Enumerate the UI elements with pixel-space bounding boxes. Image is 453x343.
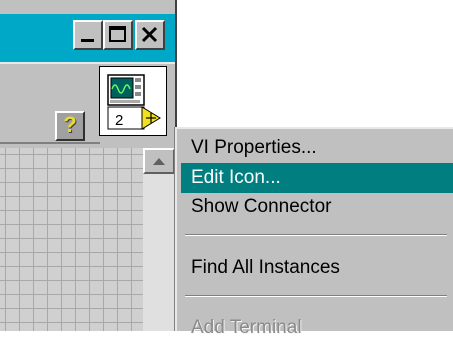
minimize-icon bbox=[81, 39, 94, 42]
scroll-up-button[interactable] bbox=[143, 148, 175, 174]
vi-icon-pane[interactable]: 2 bbox=[99, 66, 167, 136]
toolbar: ? 2 bbox=[0, 62, 175, 148]
context-help-button[interactable]: ? bbox=[55, 111, 85, 141]
waveform-vi-icon: 2 bbox=[107, 74, 161, 130]
context-menu: VI Properties... Edit Icon... Show Conne… bbox=[175, 127, 453, 338]
menu-item-vi-properties[interactable]: VI Properties... bbox=[181, 133, 453, 163]
menu-item-edit-icon[interactable]: Edit Icon... bbox=[181, 163, 453, 193]
menu-separator bbox=[185, 234, 447, 236]
minimize-button[interactable] bbox=[73, 20, 103, 50]
block-diagram-grid[interactable] bbox=[0, 148, 143, 331]
menu-separator bbox=[185, 295, 447, 297]
connector-count-label: 2 bbox=[115, 112, 123, 129]
maximize-button[interactable] bbox=[103, 20, 133, 50]
scroll-up-icon bbox=[153, 158, 165, 165]
vertical-scrollbar[interactable] bbox=[143, 148, 175, 331]
help-question-icon: ? bbox=[63, 112, 77, 137]
toolbar-divider bbox=[0, 142, 100, 144]
maximize-icon bbox=[109, 26, 126, 42]
menu-item-find-all-instances[interactable]: Find All Instances bbox=[181, 253, 453, 283]
menu-item-show-connector[interactable]: Show Connector bbox=[181, 192, 453, 222]
close-icon bbox=[141, 26, 158, 43]
labview-window: ? 2 bbox=[0, 0, 177, 331]
close-button[interactable] bbox=[135, 20, 165, 50]
menu-item-add-terminal: Add Terminal bbox=[191, 317, 302, 338]
title-bar[interactable] bbox=[0, 14, 175, 62]
